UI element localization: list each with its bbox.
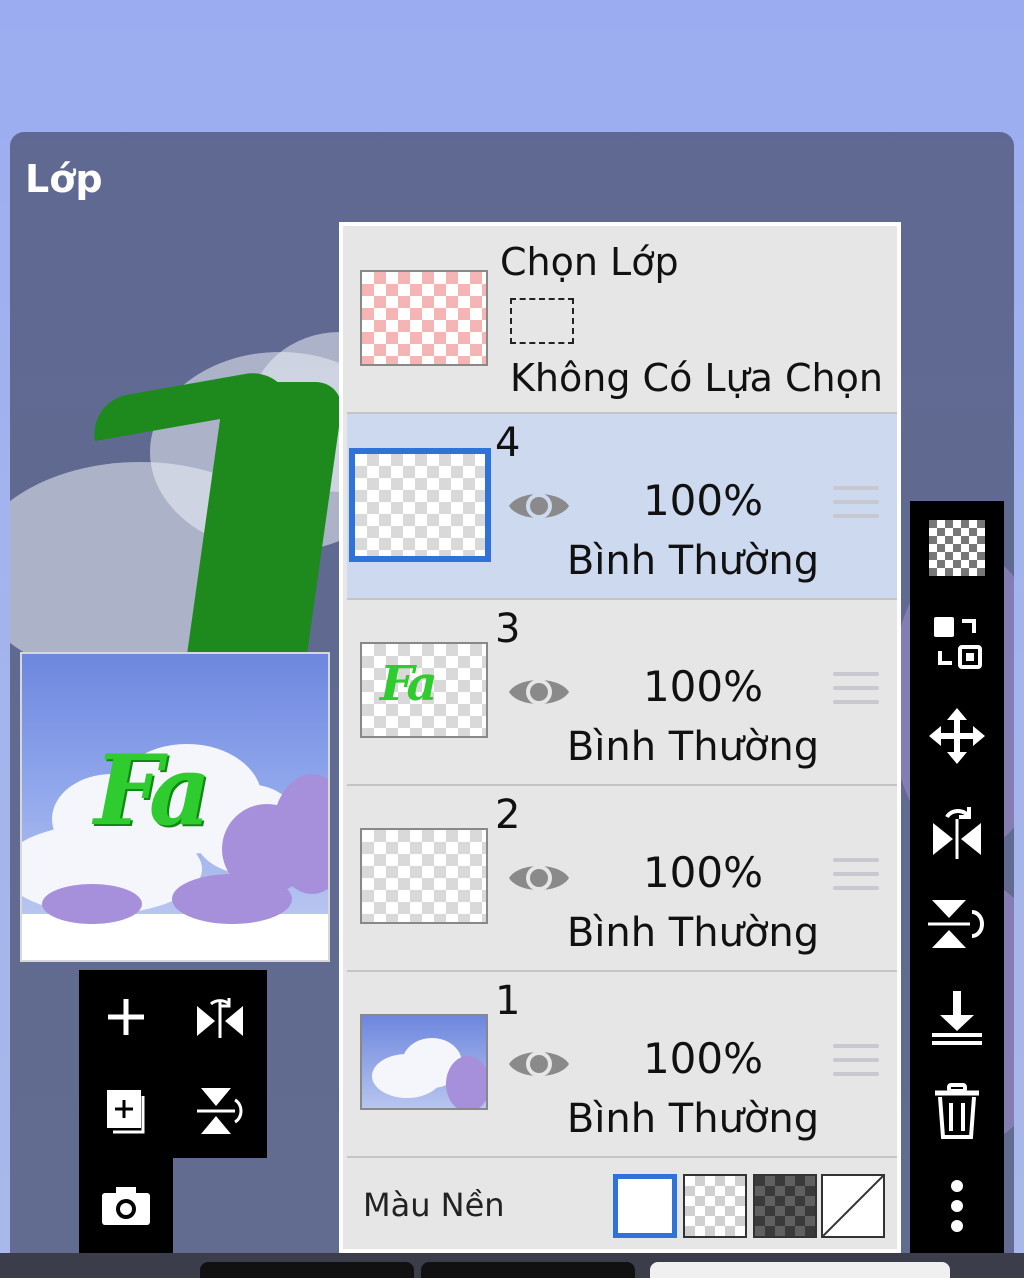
layer-number: 3 — [495, 606, 521, 652]
layer-number: 1 — [495, 978, 521, 1024]
add-layer-icon[interactable] — [79, 970, 173, 1064]
left-toolbar-bottom — [79, 1158, 173, 1253]
layer-opacity[interactable]: 100% — [613, 476, 793, 525]
canvas-preview[interactable]: Fa — [20, 652, 330, 962]
layer-row-2[interactable]: 2 100% Bình Thường — [347, 786, 897, 972]
selection-title: Chọn Lớp — [500, 240, 679, 284]
layer-opacity[interactable]: 100% — [613, 662, 793, 711]
flip-vertical-icon[interactable] — [910, 877, 1004, 971]
bottom-tab[interactable] — [421, 1262, 635, 1278]
layer-thumbnail: Fa — [360, 642, 488, 738]
more-icon[interactable] — [910, 1159, 1004, 1253]
right-toolbar — [910, 501, 1004, 1253]
layer-row-4[interactable]: 4 100% Bình Thường — [347, 414, 897, 600]
panel-title: Lớp — [25, 157, 103, 201]
layer-blend-mode[interactable]: Bình Thường — [563, 1096, 823, 1142]
layer-number: 2 — [495, 792, 521, 838]
background-swatch-transparent[interactable] — [683, 1174, 747, 1238]
selection-thumbnail — [360, 270, 488, 366]
layer-row-3[interactable]: Fa 3 100% Bình Thường — [347, 600, 897, 786]
camera-icon[interactable] — [79, 1158, 173, 1252]
rotate-flip-horizontal-icon[interactable] — [173, 970, 267, 1064]
bottom-tab[interactable] — [650, 1262, 950, 1278]
rotate-flip-vertical-icon[interactable] — [173, 1064, 267, 1158]
drag-handle-icon[interactable] — [833, 486, 879, 522]
checkerboard-icon[interactable] — [910, 501, 1004, 595]
layer-number: 4 — [495, 420, 521, 466]
background-swatch-none[interactable] — [821, 1174, 885, 1238]
selection-status: Không Có Lựa Chọn — [510, 356, 883, 400]
layer-list: Chọn Lớp Không Có Lựa Chọn 4 100% Bình T… — [339, 222, 901, 1253]
background-color-row: Màu Nền — [347, 1160, 897, 1250]
layer-opacity[interactable]: 100% — [613, 1034, 793, 1083]
move-icon[interactable] — [910, 689, 1004, 783]
swap-layers-icon[interactable] — [910, 595, 1004, 689]
drag-handle-icon[interactable] — [833, 1044, 879, 1080]
background-color-label: Màu Nền — [363, 1186, 505, 1224]
selection-layer-row[interactable]: Chọn Lớp Không Có Lựa Chọn — [347, 226, 897, 414]
left-toolbar — [79, 970, 267, 1158]
background-swatch-white[interactable] — [613, 1174, 677, 1238]
layer-row-1[interactable]: 1 100% Bình Thường — [347, 972, 897, 1158]
background-swatch-dark[interactable] — [753, 1174, 817, 1238]
layer-thumbnail-logo: Fa — [380, 656, 438, 712]
layer-blend-mode[interactable]: Bình Thường — [563, 538, 823, 584]
layer-thumbnail — [360, 828, 488, 924]
drag-handle-icon[interactable] — [833, 672, 879, 708]
visibility-eye-icon[interactable] — [507, 1032, 571, 1096]
preview-logo: Fa — [94, 734, 211, 847]
add-copy-layer-icon[interactable] — [79, 1064, 173, 1158]
trash-icon[interactable] — [910, 1065, 1004, 1159]
layer-blend-mode[interactable]: Bình Thường — [563, 724, 823, 770]
layer-opacity[interactable]: 100% — [613, 848, 793, 897]
flip-horizontal-icon[interactable] — [910, 783, 1004, 877]
layer-blend-mode[interactable]: Bình Thường — [563, 910, 823, 956]
visibility-eye-icon[interactable] — [507, 846, 571, 910]
drag-handle-icon[interactable] — [833, 858, 879, 894]
visibility-eye-icon[interactable] — [507, 660, 571, 724]
visibility-eye-icon[interactable] — [507, 474, 571, 538]
layer-thumbnail — [360, 1014, 488, 1110]
merge-down-icon[interactable] — [910, 971, 1004, 1065]
bottom-tab[interactable] — [200, 1262, 414, 1278]
selection-marquee-icon — [510, 298, 574, 344]
layer-thumbnail — [349, 448, 491, 562]
